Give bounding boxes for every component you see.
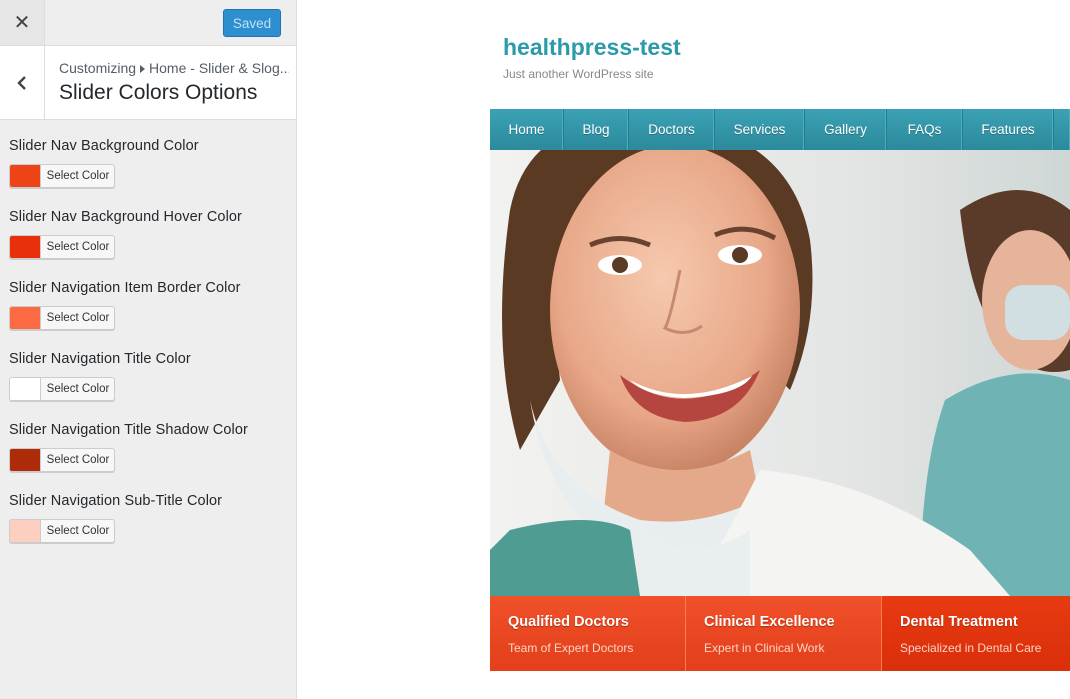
slide-title: Dental Treatment bbox=[900, 614, 1018, 630]
close-icon[interactable]: ✕ bbox=[0, 0, 45, 45]
color-swatch bbox=[10, 307, 41, 329]
color-swatch bbox=[10, 520, 41, 542]
slide-tab-qualified-doctors[interactable]: Qualified Doctors Team of Expert Doctors bbox=[490, 596, 686, 671]
control-label: Slider Nav Background Color bbox=[9, 138, 199, 154]
nav-item-doctors[interactable]: Doctors bbox=[629, 109, 715, 150]
site-preview: healthpress-test Just another WordPress … bbox=[297, 0, 1070, 699]
control-title-color: Slider Navigation Title Color Select Col… bbox=[9, 333, 289, 404]
breadcrumb-root: Customizing bbox=[59, 60, 137, 76]
select-color-label: Select Color bbox=[46, 170, 110, 182]
saved-button[interactable]: Saved bbox=[223, 9, 281, 37]
select-color-label: Select Color bbox=[46, 525, 110, 537]
select-color-button[interactable]: Select Color bbox=[9, 306, 115, 330]
breadcrumb: Customizing Home - Slider & Slog... bbox=[59, 60, 289, 76]
select-color-button[interactable]: Select Color bbox=[9, 519, 115, 543]
nav-item-overflow bbox=[1054, 109, 1070, 150]
control-nav-bg-hover: Slider Nav Background Hover Color Select… bbox=[9, 191, 289, 262]
control-label: Slider Navigation Title Shadow Color bbox=[9, 422, 248, 438]
control-title-shadow: Slider Navigation Title Shadow Color Sel… bbox=[9, 404, 289, 475]
slide-title: Clinical Excellence bbox=[704, 614, 835, 630]
back-button[interactable] bbox=[0, 46, 45, 119]
control-label: Slider Navigation Title Color bbox=[9, 351, 191, 367]
site-tagline: Just another WordPress site bbox=[503, 67, 654, 81]
control-label: Slider Navigation Sub-Title Color bbox=[9, 493, 223, 509]
select-color-button[interactable]: Select Color bbox=[9, 377, 115, 401]
customizer-header: ✕ Saved bbox=[0, 0, 296, 46]
doctor-photo-illustration bbox=[490, 150, 1070, 596]
main-nav: Home Blog Doctors Services Gallery FAQs … bbox=[490, 109, 1070, 150]
select-color-label: Select Color bbox=[46, 383, 110, 395]
control-nav-bg: Slider Nav Background Color Select Color bbox=[9, 120, 289, 191]
select-color-label: Select Color bbox=[46, 312, 110, 324]
color-swatch bbox=[10, 449, 41, 471]
nav-item-services[interactable]: Services bbox=[715, 109, 805, 150]
breadcrumb-arrow-icon bbox=[140, 64, 146, 73]
color-swatch bbox=[10, 236, 41, 258]
nav-item-features[interactable]: Features bbox=[963, 109, 1054, 150]
color-swatch bbox=[10, 165, 41, 187]
nav-item-home[interactable]: Home bbox=[490, 109, 564, 150]
customizer-sidebar: ✕ Saved Customizing Home - Slider & Slog.… bbox=[0, 0, 297, 699]
slide-subtitle: Expert in Clinical Work bbox=[704, 641, 825, 655]
control-item-border: Slider Navigation Item Border Color Sele… bbox=[9, 262, 289, 333]
select-color-label: Select Color bbox=[46, 454, 110, 466]
slide-title: Qualified Doctors bbox=[508, 614, 629, 630]
slide-tab-clinical-excellence[interactable]: Clinical Excellence Expert in Clinical W… bbox=[686, 596, 882, 671]
nav-item-gallery[interactable]: Gallery bbox=[805, 109, 887, 150]
control-label: Slider Nav Background Hover Color bbox=[9, 209, 242, 225]
color-swatch bbox=[10, 378, 41, 400]
select-color-button[interactable]: Select Color bbox=[9, 235, 115, 259]
slide-tab-dental-treatment[interactable]: Dental Treatment Specialized in Dental C… bbox=[882, 596, 1070, 671]
breadcrumb-path: Home - Slider & Slog... bbox=[149, 60, 289, 76]
slide-subtitle: Team of Expert Doctors bbox=[508, 641, 634, 655]
slide-subtitle: Specialized in Dental Care bbox=[900, 641, 1042, 655]
site-title[interactable]: healthpress-test bbox=[503, 34, 681, 61]
section-title: Slider Colors Options bbox=[59, 81, 258, 104]
slider-navigation: Qualified Doctors Team of Expert Doctors… bbox=[490, 596, 1070, 671]
slider-image bbox=[490, 150, 1070, 596]
chevron-left-icon bbox=[17, 75, 26, 90]
control-label: Slider Navigation Item Border Color bbox=[9, 280, 241, 296]
section-header: Customizing Home - Slider & Slog... Slide… bbox=[0, 46, 296, 120]
nav-item-blog[interactable]: Blog bbox=[564, 109, 629, 150]
select-color-button[interactable]: Select Color bbox=[9, 448, 115, 472]
control-subtitle-color: Slider Navigation Sub-Title Color Select… bbox=[9, 475, 289, 546]
select-color-label: Select Color bbox=[46, 241, 110, 253]
nav-item-faqs[interactable]: FAQs bbox=[887, 109, 963, 150]
select-color-button[interactable]: Select Color bbox=[9, 164, 115, 188]
